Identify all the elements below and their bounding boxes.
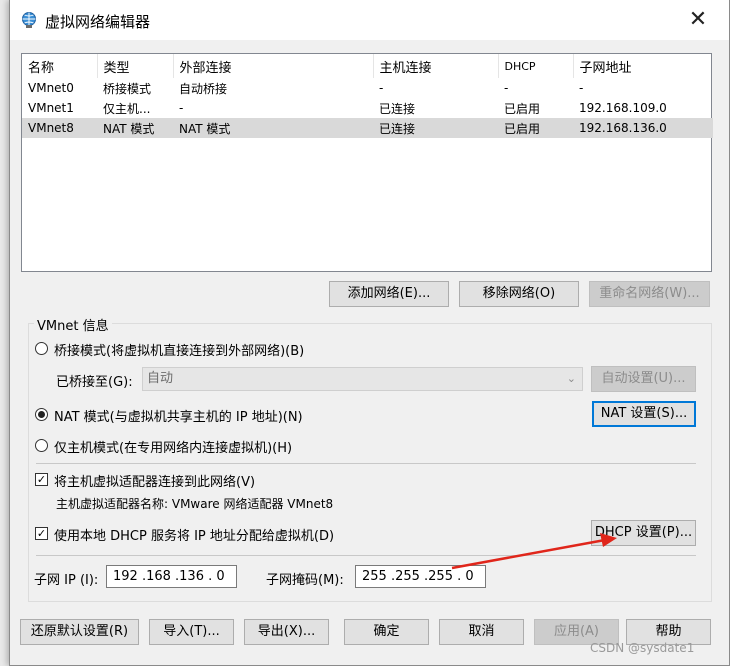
add-network-button[interactable]: 添加网络(E)...	[329, 281, 449, 307]
export-button[interactable]: 导出(X)...	[244, 619, 329, 645]
subnet-mask-label: 子网掩码(M):	[266, 573, 344, 588]
rename-network-button[interactable]: 重命名网络(W)...	[589, 281, 710, 307]
bridge-mode-radio[interactable]	[35, 342, 48, 355]
close-icon[interactable]: ✕	[678, 4, 718, 36]
chevron-down-icon: ⌄	[566, 372, 576, 385]
table-row-selected[interactable]: VMnet8 NAT 模式 NAT 模式 已连接 已启用 192.168.136…	[22, 118, 713, 138]
nat-settings-button[interactable]: NAT 设置(S)...	[592, 401, 696, 427]
watermark: CSDN @sysdate1	[590, 641, 695, 655]
import-button[interactable]: 导入(T)...	[149, 619, 234, 645]
subnet-ip-input[interactable]: 192 .168 .136 . 0	[106, 565, 237, 588]
bridged-to-select[interactable]: 自动 ⌄	[142, 367, 583, 391]
cell-subnet: 192.168.136.0	[573, 118, 713, 138]
bridged-to-value: 自动	[147, 371, 174, 386]
cell-dhcp: 已启用	[498, 118, 573, 138]
nat-mode-label: NAT 模式(与虚拟机共享主机的 IP 地址)(N)	[54, 410, 303, 425]
cell-host: 已连接	[373, 118, 498, 138]
connect-adapter-label: 将主机虚拟适配器连接到此网络(V)	[54, 475, 256, 490]
column-header-host[interactable]: 主机连接	[373, 54, 499, 78]
cell-external: 自动桥接	[179, 81, 228, 96]
table-row[interactable]: VMnet0 桥接模式 自动桥接 - - -	[22, 78, 713, 98]
nat-mode-radio[interactable]	[35, 408, 48, 421]
bridged-to-label: 已桥接至(G):	[56, 375, 133, 390]
cell-name: VMnet1	[28, 101, 74, 115]
divider	[36, 555, 696, 556]
ok-button[interactable]: 确定	[344, 619, 429, 645]
cell-subnet: 192.168.109.0	[579, 101, 667, 115]
column-header-subnet[interactable]: 子网地址	[573, 54, 713, 78]
table-header: 名称 类型 外部连接 主机连接 DHCP 子网地址	[22, 54, 713, 78]
remove-network-button[interactable]: 移除网络(O)	[459, 281, 579, 307]
auto-settings-button[interactable]: 自动设置(U)...	[591, 366, 696, 392]
cell-dhcp: -	[504, 81, 509, 95]
title-bar: 虚拟网络编辑器 ✕	[10, 0, 729, 40]
cell-type: NAT 模式	[97, 118, 173, 138]
table-row[interactable]: VMnet1 仅主机... - 已连接 已启用 192.168.109.0	[22, 98, 713, 118]
restore-defaults-button[interactable]: 还原默认设置(R)	[20, 619, 139, 645]
vmnet-info-label: VMnet 信息	[34, 315, 112, 334]
column-header-dhcp[interactable]: DHCP	[498, 54, 574, 78]
bridge-mode-label: 桥接模式(将虚拟机直接连接到外部网络)(B)	[54, 344, 305, 359]
cell-type: 仅主机...	[103, 101, 151, 116]
use-dhcp-label: 使用本地 DHCP 服务将 IP 地址分配给虚拟机(D)	[54, 529, 335, 544]
window-title: 虚拟网络编辑器	[45, 13, 151, 31]
cell-name: VMnet0	[28, 81, 74, 95]
cell-host: -	[379, 81, 384, 95]
host-only-radio[interactable]	[35, 439, 48, 452]
column-header-type[interactable]: 类型	[97, 54, 174, 78]
subnet-ip-label: 子网 IP (I):	[34, 573, 99, 588]
cell-name: VMnet8	[22, 118, 97, 138]
connect-adapter-checkbox[interactable]: ✓	[35, 473, 48, 486]
column-header-external[interactable]: 外部连接	[173, 54, 374, 78]
cell-dhcp: 已启用	[504, 101, 541, 116]
network-globe-icon	[22, 12, 36, 28]
cancel-button[interactable]: 取消	[439, 619, 524, 645]
host-only-label: 仅主机模式(在专用网络内连接虚拟机)(H)	[54, 441, 293, 456]
cell-external: -	[179, 101, 184, 115]
divider	[36, 463, 696, 464]
network-list[interactable]: 名称 类型 外部连接 主机连接 DHCP 子网地址 VMnet0 桥接模式 自动…	[21, 53, 713, 272]
cell-host: 已连接	[379, 101, 416, 116]
dhcp-settings-button[interactable]: DHCP 设置(P)...	[591, 520, 696, 546]
cell-type: 桥接模式	[103, 81, 152, 96]
use-dhcp-checkbox[interactable]: ✓	[35, 527, 48, 540]
cell-external: NAT 模式	[173, 118, 373, 138]
virtual-network-editor-dialog: 虚拟网络编辑器 ✕ 名称 类型 外部连接 主机连接 DHCP 子网地址 VMne	[9, 0, 730, 666]
subnet-mask-input[interactable]: 255 .255 .255 . 0	[355, 565, 486, 588]
adapter-name-text: 主机虚拟适配器名称: VMware 网络适配器 VMnet8	[56, 497, 334, 511]
cell-subnet: -	[579, 81, 584, 95]
column-header-name[interactable]: 名称	[22, 54, 98, 78]
